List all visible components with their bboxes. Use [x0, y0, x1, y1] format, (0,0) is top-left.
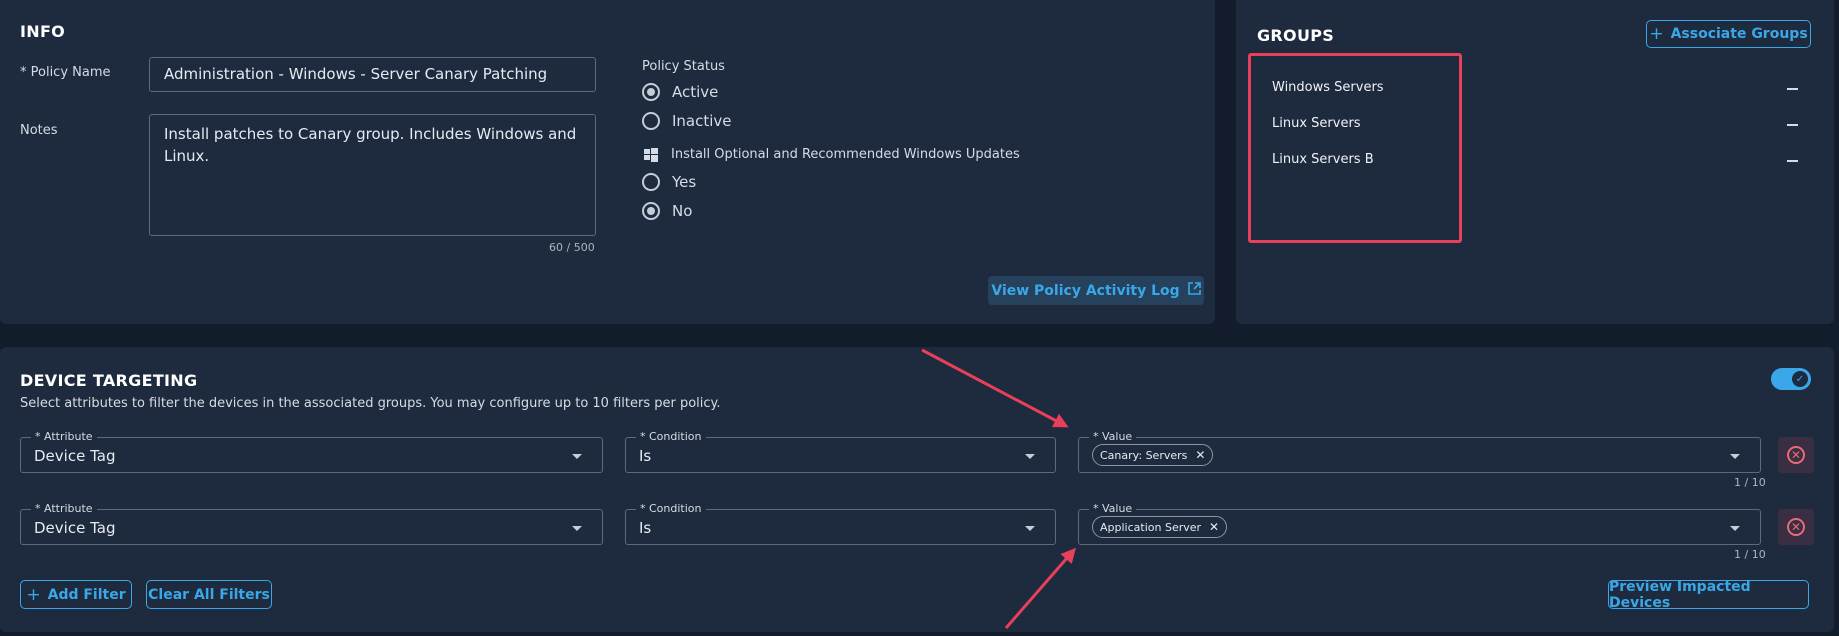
clear-all-filters-button[interactable]: Clear All Filters [146, 580, 272, 609]
remove-group-icon[interactable] [1787, 124, 1798, 126]
groups-panel: GROUPS + Associate Groups Windows Server… [1236, 0, 1834, 324]
radio-checked-icon [642, 202, 660, 220]
condition-select[interactable]: * Condition Is [625, 502, 1056, 545]
view-activity-log-label: View Policy Activity Log [991, 282, 1180, 299]
attribute-value: Device Tag [34, 519, 116, 537]
condition-select[interactable]: * Condition Is [625, 430, 1056, 473]
external-link-icon [1187, 282, 1201, 299]
notes-counter: 60 / 500 [549, 241, 595, 254]
condition-value: Is [639, 447, 652, 465]
view-activity-log-button[interactable]: View Policy Activity Log [988, 276, 1204, 305]
windows-updates-yes-radio[interactable]: Yes [642, 173, 696, 191]
info-panel: INFO * Policy Name Administration - Wind… [0, 0, 1215, 324]
condition-label: * Condition [636, 502, 706, 515]
associate-groups-button[interactable]: + Associate Groups [1646, 20, 1811, 48]
radio-unchecked-icon [642, 112, 660, 130]
notes-textarea[interactable]: Install patches to Canary group. Include… [149, 114, 596, 236]
chevron-down-icon [1025, 526, 1035, 531]
attribute-value: Device Tag [34, 447, 116, 465]
remove-filter-button[interactable]: ✕ [1778, 437, 1814, 473]
attribute-label: * Attribute [31, 430, 97, 443]
plus-icon: + [1649, 24, 1664, 44]
windows-updates-label: Install Optional and Recommended Windows… [671, 147, 1020, 162]
policy-status-label: Policy Status [642, 59, 725, 74]
attribute-select[interactable]: * Attribute Device Tag [20, 502, 603, 545]
windows-updates-no-radio[interactable]: No [642, 202, 692, 220]
remove-circle-icon: ✕ [1787, 446, 1805, 464]
attribute-label: * Attribute [31, 502, 97, 515]
radio-checked-icon [642, 83, 660, 101]
info-title: INFO [20, 22, 66, 41]
value-label: * Value [1089, 430, 1137, 443]
chevron-down-icon [572, 454, 582, 459]
device-targeting-panel: DEVICE TARGETING Select attributes to fi… [0, 347, 1834, 632]
status-active-label: Active [672, 83, 719, 101]
status-inactive-label: Inactive [672, 112, 732, 130]
check-icon: ✓ [1792, 371, 1808, 387]
policy-name-label: * Policy Name [20, 65, 111, 80]
remove-filter-button[interactable]: ✕ [1778, 509, 1814, 545]
value-count: 1 / 10 [1734, 476, 1766, 489]
value-chip-label: Application Server [1100, 520, 1202, 534]
add-filter-button[interactable]: + Add Filter [20, 580, 132, 609]
condition-label: * Condition [636, 430, 706, 443]
add-filter-label: Add Filter [47, 586, 126, 603]
policy-name-input[interactable]: Administration - Windows - Server Canary… [149, 57, 596, 92]
chevron-down-icon [1730, 526, 1740, 531]
remove-group-icon[interactable] [1787, 160, 1798, 162]
chevron-down-icon [572, 526, 582, 531]
preview-impacted-devices-button[interactable]: Preview Impacted Devices [1608, 579, 1809, 611]
status-active-radio[interactable]: Active [642, 83, 718, 101]
groups-title: GROUPS [1257, 26, 1335, 45]
radio-unchecked-icon [642, 173, 660, 191]
condition-value: Is [639, 519, 652, 537]
value-chip: Canary: Servers ✕ [1092, 444, 1214, 466]
device-targeting-toggle[interactable]: ✓ [1771, 368, 1811, 390]
plus-icon: + [26, 584, 41, 605]
attribute-select[interactable]: * Attribute Device Tag [20, 430, 603, 473]
value-chip: Application Server ✕ [1092, 516, 1228, 538]
remove-circle-icon: ✕ [1787, 518, 1805, 536]
value-select[interactable]: * Value Application Server ✕ [1078, 502, 1761, 545]
device-targeting-title: DEVICE TARGETING [20, 371, 198, 390]
close-icon[interactable]: ✕ [1209, 520, 1219, 534]
value-label: * Value [1089, 502, 1137, 515]
notes-label: Notes [20, 123, 58, 138]
associate-groups-label: Associate Groups [1670, 26, 1808, 42]
device-targeting-description: Select attributes to filter the devices … [20, 396, 721, 411]
value-count: 1 / 10 [1734, 548, 1766, 561]
status-inactive-radio[interactable]: Inactive [642, 112, 732, 130]
remove-group-icon[interactable] [1787, 88, 1798, 90]
annotation-highlight-box [1248, 53, 1462, 243]
windows-updates-no-label: No [672, 202, 693, 220]
windows-logo-icon [644, 147, 658, 166]
value-chip-label: Canary: Servers [1100, 448, 1188, 462]
windows-updates-yes-label: Yes [672, 173, 697, 191]
value-select[interactable]: * Value Canary: Servers ✕ [1078, 430, 1761, 473]
close-icon[interactable]: ✕ [1195, 448, 1205, 462]
chevron-down-icon [1025, 454, 1035, 459]
chevron-down-icon [1730, 454, 1740, 459]
